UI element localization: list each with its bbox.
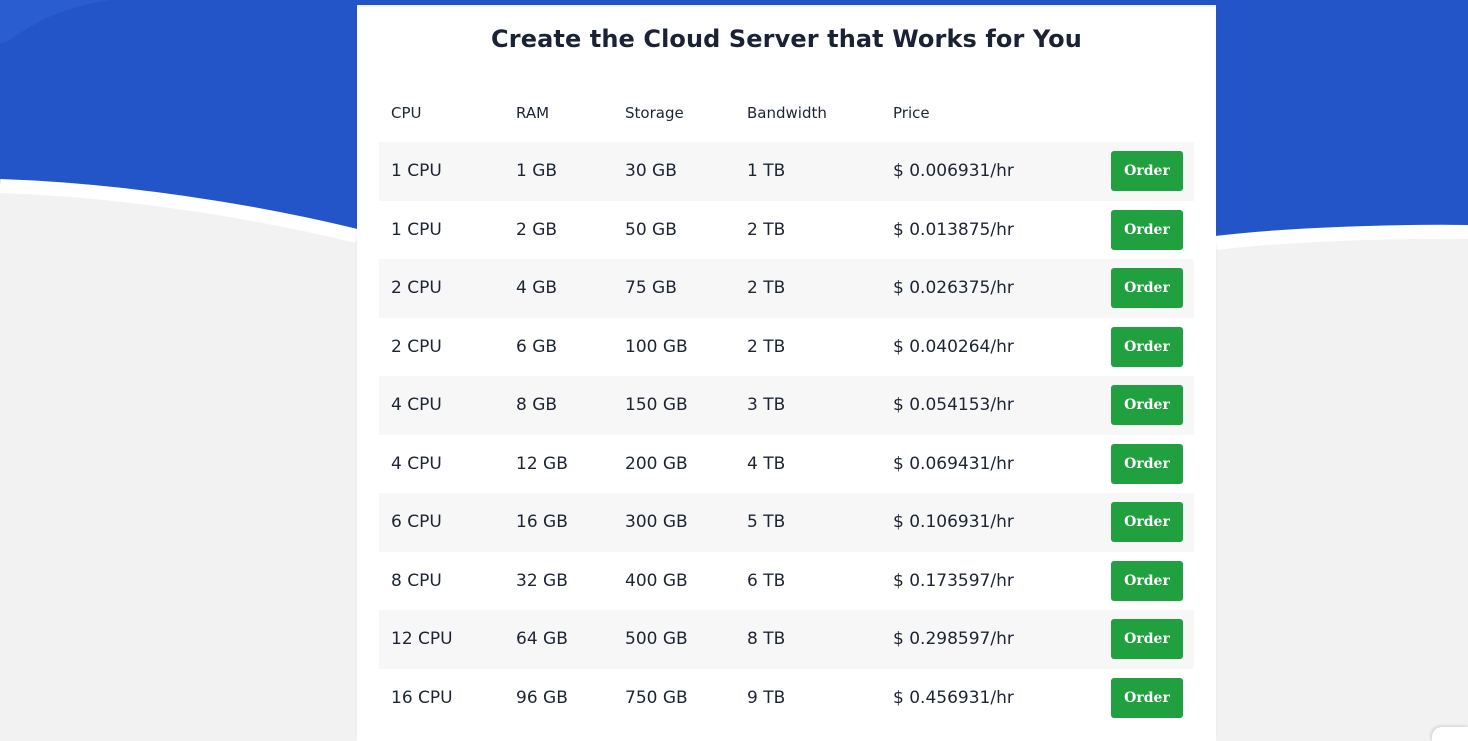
cell-price: $ 0.006931/hr xyxy=(893,161,1014,181)
header-cpu: CPU xyxy=(391,104,422,122)
cell-storage: 30 GB xyxy=(625,161,677,181)
cell-cpu: 12 CPU xyxy=(391,629,453,649)
cell-bandwidth: 1 TB xyxy=(747,161,786,181)
header-bandwidth: Bandwidth xyxy=(747,104,827,122)
cell-storage: 200 GB xyxy=(625,453,688,474)
cell-cpu: 2 CPU xyxy=(391,336,442,357)
table-row: 12 CPU 64 GB 500 GB 8 TB $ 0.298597/hr O… xyxy=(379,610,1194,669)
cell-storage: 500 GB xyxy=(625,629,688,649)
card-top-divider xyxy=(357,5,1216,7)
cell-storage: 75 GB xyxy=(625,278,677,298)
order-button[interactable]: Order xyxy=(1111,560,1183,601)
cell-bandwidth: 4 TB xyxy=(747,453,786,474)
cell-storage: 750 GB xyxy=(625,687,688,708)
cell-cpu: 1 CPU xyxy=(391,161,442,181)
order-button[interactable]: Order xyxy=(1111,502,1183,542)
cell-cpu: 6 CPU xyxy=(391,512,442,532)
cell-storage: 400 GB xyxy=(625,570,688,591)
cell-bandwidth: 5 TB xyxy=(747,512,786,532)
cell-ram: 32 GB xyxy=(516,570,568,591)
header-price: Price xyxy=(893,104,930,122)
table-row: 4 CPU 12 GB 200 GB 4 TB $ 0.069431/hr Or… xyxy=(379,435,1194,494)
order-button[interactable]: Order xyxy=(1111,677,1183,718)
cell-price: $ 0.298597/hr xyxy=(893,629,1014,649)
cell-price: $ 0.106931/hr xyxy=(893,512,1014,532)
table-header: CPU RAM Storage Bandwidth Price xyxy=(379,84,1194,142)
cell-ram: 16 GB xyxy=(516,512,568,532)
cell-price: $ 0.173597/hr xyxy=(893,570,1014,591)
table-row: 1 CPU 2 GB 50 GB 2 TB $ 0.013875/hr Orde… xyxy=(379,201,1194,260)
cell-ram: 96 GB xyxy=(516,687,568,708)
cell-bandwidth: 2 TB xyxy=(747,219,786,240)
cell-ram: 12 GB xyxy=(516,453,568,474)
table-row: 16 CPU 96 GB 750 GB 9 TB $ 0.456931/hr O… xyxy=(379,669,1194,728)
cell-storage: 50 GB xyxy=(625,219,677,240)
cell-bandwidth: 9 TB xyxy=(747,687,786,708)
cell-cpu: 8 CPU xyxy=(391,570,442,591)
cell-ram: 2 GB xyxy=(516,219,558,240)
table-row: 2 CPU 4 GB 75 GB 2 TB $ 0.026375/hr Orde… xyxy=(379,259,1194,318)
order-button[interactable]: Order xyxy=(1111,443,1183,484)
cell-bandwidth: 8 TB xyxy=(747,629,786,649)
cell-storage: 100 GB xyxy=(625,336,688,357)
cell-ram: 4 GB xyxy=(516,278,558,298)
cell-cpu: 4 CPU xyxy=(391,453,442,474)
order-button[interactable]: Order xyxy=(1111,151,1183,191)
order-button[interactable]: Order xyxy=(1111,385,1183,425)
cell-price: $ 0.054153/hr xyxy=(893,395,1014,415)
cell-bandwidth: 2 TB xyxy=(747,278,786,298)
cell-ram: 8 GB xyxy=(516,395,558,415)
cell-bandwidth: 6 TB xyxy=(747,570,786,591)
cell-price: $ 0.456931/hr xyxy=(893,687,1014,708)
cell-cpu: 4 CPU xyxy=(391,395,442,415)
order-button[interactable]: Order xyxy=(1111,326,1183,367)
pricing-card: Create the Cloud Server that Works for Y… xyxy=(357,5,1216,741)
cell-storage: 300 GB xyxy=(625,512,688,532)
table-row: 2 CPU 6 GB 100 GB 2 TB $ 0.040264/hr Ord… xyxy=(379,318,1194,377)
plans-table: CPU RAM Storage Bandwidth Price 1 CPU 1 … xyxy=(379,84,1194,727)
header-storage: Storage xyxy=(625,104,684,122)
cell-ram: 6 GB xyxy=(516,336,558,357)
cell-cpu: 16 CPU xyxy=(391,687,453,708)
table-row: 8 CPU 32 GB 400 GB 6 TB $ 0.173597/hr Or… xyxy=(379,552,1194,611)
cell-bandwidth: 3 TB xyxy=(747,395,786,415)
cell-price: $ 0.069431/hr xyxy=(893,453,1014,474)
table-row: 4 CPU 8 GB 150 GB 3 TB $ 0.054153/hr Ord… xyxy=(379,376,1194,435)
cell-price: $ 0.026375/hr xyxy=(893,278,1014,298)
cell-ram: 1 GB xyxy=(516,161,558,181)
cell-cpu: 2 CPU xyxy=(391,278,442,298)
cell-cpu: 1 CPU xyxy=(391,219,442,240)
table-row: 6 CPU 16 GB 300 GB 5 TB $ 0.106931/hr Or… xyxy=(379,493,1194,552)
cell-ram: 64 GB xyxy=(516,629,568,649)
header-ram: RAM xyxy=(516,104,550,122)
cell-price: $ 0.040264/hr xyxy=(893,336,1014,357)
page-title: Create the Cloud Server that Works for Y… xyxy=(491,25,1082,53)
order-button[interactable]: Order xyxy=(1111,209,1183,250)
chat-widget-tab[interactable] xyxy=(1432,727,1468,741)
cell-bandwidth: 2 TB xyxy=(747,336,786,357)
cell-price: $ 0.013875/hr xyxy=(893,219,1014,240)
cell-storage: 150 GB xyxy=(625,395,688,415)
order-button[interactable]: Order xyxy=(1111,619,1183,659)
order-button[interactable]: Order xyxy=(1111,268,1183,308)
table-row: 1 CPU 1 GB 30 GB 1 TB $ 0.006931/hr Orde… xyxy=(379,142,1194,201)
